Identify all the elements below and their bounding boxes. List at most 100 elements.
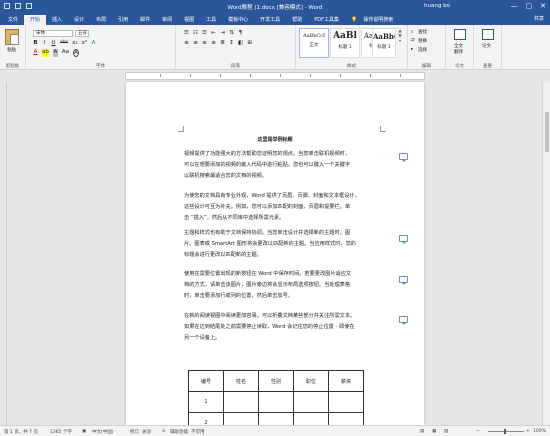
track-changes-status[interactable]: 修订: 关闭 [130, 429, 151, 435]
page-count[interactable]: 第 1 页，共 7 页 [4, 429, 38, 435]
styles-gallery-scroll[interactable]: ▲ ▼ ▾ [397, 28, 403, 58]
find-icon[interactable]: ⌕ [411, 29, 414, 35]
document-page[interactable]: 这里是举例标题 视频提供了功能强大的方法帮助您证明您的观点。当您单击联机视频时，… [126, 82, 424, 425]
scrollbar-thumb[interactable] [545, 112, 549, 152]
tab-tools[interactable]: 工具 [200, 15, 222, 25]
table-header-cell[interactable]: 编号 [188, 370, 224, 392]
document-title[interactable]: 这里是举例标题 [126, 136, 424, 143]
find-button[interactable]: 查找 [418, 29, 427, 35]
strikethrough-button[interactable]: abc [60, 40, 68, 46]
font-color-button[interactable]: A [33, 49, 38, 57]
table-cell[interactable] [293, 412, 329, 425]
comment-icon[interactable] [399, 235, 408, 244]
word-count[interactable]: 1365 个字 [50, 429, 72, 435]
tab-pdf-tools[interactable]: PDF工具集 [308, 15, 345, 25]
tab-insert[interactable]: 插入 [46, 15, 68, 25]
paragraph-3[interactable]: 主题和样式也有助于文档保持协调。当您单击设计并选择新的主题时，图 片、图表或 S… [184, 228, 406, 261]
paragraph-5[interactable]: 在新的阅读视图中阅读更加容易。可以折叠文档某些部分并关注所需文本。 如果在达到结… [184, 311, 406, 344]
italic-button[interactable]: I [42, 40, 47, 46]
shading-icon[interactable]: ◧ [238, 40, 243, 46]
replace-button[interactable]: 替换 [418, 38, 427, 44]
paragraph-4[interactable]: 使用在需要位置出现的新按钮在 Word 中保存时间。若要更改图片适应文 档的方式… [184, 269, 406, 302]
table-cell[interactable] [223, 412, 259, 425]
translate-label[interactable]: 翻译 [454, 49, 463, 55]
ruler-bar[interactable] [125, 72, 425, 80]
paragraph-2[interactable]: 为使您的文档具有专业外观，Word 提供了页眉、页脚、封面和文本框设计， 这些设… [184, 191, 406, 224]
bullets-icon[interactable]: ☰ [184, 30, 189, 36]
tell-me-search[interactable]: 操作说明搜索 [363, 15, 393, 25]
paper-check-icon[interactable] [482, 29, 494, 40]
table-cell[interactable] [293, 391, 329, 413]
accessibility-icon[interactable]: ♿ [162, 429, 166, 434]
minimize-button[interactable]: — [511, 2, 518, 10]
paragraph-1[interactable]: 视频提供了功能强大的方法帮助您证明您的观点。当您单击联机视频时， 可以在想要添加… [184, 149, 406, 182]
select-icon[interactable]: ▸ [411, 47, 413, 52]
tab-home[interactable]: 开始 [24, 15, 47, 25]
font-size-select[interactable]: 五号 [75, 30, 89, 37]
paper-check-button[interactable]: 论文 [482, 43, 491, 49]
table-header-cell[interactable]: 性别 [258, 370, 294, 392]
borders-icon[interactable]: ⊞ [247, 40, 252, 46]
style-heading-1[interactable]: AaBl 标题 1 [330, 28, 360, 58]
char-shading-button[interactable]: A [52, 49, 58, 57]
table-cell[interactable] [328, 412, 364, 425]
tab-references[interactable]: 引用 [112, 15, 134, 25]
tab-view[interactable]: 视图 [178, 15, 200, 25]
restore-button[interactable]: ▢ [526, 2, 533, 10]
share-button[interactable]: 共享 [534, 15, 544, 22]
enclose-char-button[interactable]: A [73, 49, 79, 57]
replace-icon[interactable]: ⇄ [411, 38, 415, 43]
multilevel-icon[interactable]: ☰ [202, 30, 207, 36]
bold-button[interactable]: B [33, 40, 38, 46]
superscript-button[interactable]: x² [82, 40, 87, 46]
read-mode-icon[interactable]: ▤ [420, 429, 424, 434]
zoom-slider[interactable] [488, 429, 524, 434]
table-cell[interactable]: 2 [188, 412, 224, 425]
tab-review[interactable]: 审阅 [156, 15, 178, 25]
zoom-level[interactable]: 100% [533, 429, 546, 434]
table-cell[interactable]: 1 [188, 391, 224, 413]
line-spacing-icon[interactable]: ↕ [229, 40, 234, 46]
increase-indent-icon[interactable]: ⇥ [220, 30, 225, 36]
change-case-button[interactable]: Aa [62, 49, 69, 57]
paste-icon[interactable] [5, 29, 19, 45]
table-header-cell[interactable]: 姓名 [223, 370, 259, 392]
vertical-scrollbar[interactable] [542, 82, 550, 425]
comment-icon[interactable] [399, 316, 408, 325]
language-indicator[interactable]: 中文(中国) [92, 429, 114, 435]
highlight-button[interactable]: ab [42, 49, 49, 57]
tab-help[interactable]: 帮助 [286, 15, 308, 25]
proofing-icon[interactable]: ▣ [82, 429, 86, 434]
table-cell[interactable] [223, 391, 259, 413]
paste-button[interactable]: 粘贴 [7, 47, 16, 53]
select-button[interactable]: 选择 [418, 47, 427, 53]
accessibility-status[interactable]: 辅助功能: 不可用 [170, 429, 204, 435]
tab-template-center[interactable]: 模板中心 [222, 15, 254, 25]
underline-button[interactable]: U [51, 40, 56, 46]
font-name-select[interactable]: 宋体 [33, 30, 73, 37]
tab-developer[interactable]: 开发工具 [254, 15, 286, 25]
tab-file[interactable]: 文件 [2, 15, 24, 25]
sort-icon[interactable]: ⇅ [229, 30, 234, 36]
show-marks-icon[interactable]: ¶ [238, 30, 243, 36]
align-left-button[interactable]: ≡ [184, 40, 189, 46]
comment-icon[interactable] [399, 276, 408, 285]
style-normal[interactable]: AaBbCcI 正文 [299, 28, 329, 58]
web-layout-icon[interactable]: ▥ [444, 429, 448, 434]
style-heading-3[interactable]: AaBb( 标题 3 [372, 28, 396, 58]
decrease-indent-icon[interactable]: ⇤ [211, 30, 216, 36]
distributed-button[interactable]: ≣ [220, 40, 225, 46]
align-right-button[interactable]: ≡ [202, 40, 207, 46]
table-cell[interactable] [328, 391, 364, 413]
table-cell[interactable] [258, 391, 294, 413]
user-name[interactable]: huang bo [424, 3, 450, 9]
comment-icon[interactable] [399, 153, 408, 162]
zoom-in-button[interactable]: + [526, 429, 530, 434]
numbering-icon[interactable]: ☷ [193, 30, 198, 36]
table-header-cell[interactable]: 职位 [293, 370, 329, 392]
document-table[interactable]: 编号 姓名 性别 职位 薪资 1 2 [188, 370, 364, 425]
subscript-button[interactable]: x₂ [72, 40, 77, 46]
print-layout-icon[interactable]: ▦ [432, 429, 436, 434]
close-button[interactable]: ✕ [540, 2, 546, 10]
table-cell[interactable] [258, 412, 294, 425]
